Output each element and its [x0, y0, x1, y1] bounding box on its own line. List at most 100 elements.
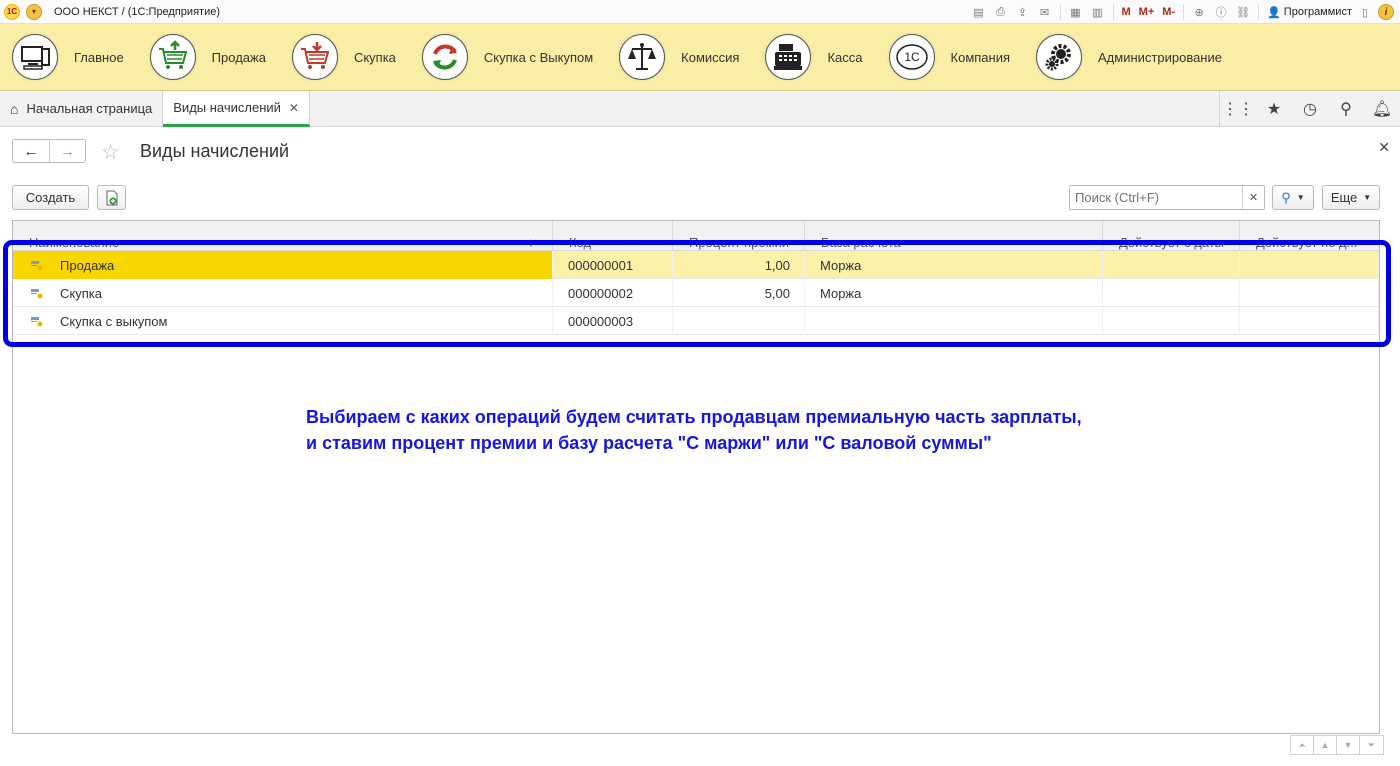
add-favorite-star-icon[interactable]: ☆ [101, 140, 120, 165]
create-button[interactable]: Создать [12, 185, 89, 210]
main-menu-icon[interactable]: ▾ [26, 3, 42, 20]
section-sales[interactable]: Продажа [149, 24, 266, 91]
cell-percent[interactable]: 5,00 [673, 279, 805, 307]
scroll-up-icon[interactable]: ▲ [1314, 736, 1337, 754]
section-label: Главное [74, 49, 124, 65]
clear-search-icon[interactable]: ✕ [1242, 186, 1264, 209]
page-title: Виды начислений [140, 141, 290, 161]
cell-code[interactable]: 000000003 [553, 307, 673, 335]
section-administration[interactable]: Администрирование [1036, 24, 1222, 91]
cell-name[interactable]: Скупка [13, 279, 553, 307]
memory-subtract-button[interactable]: M- [1160, 3, 1177, 21]
column-header-code[interactable]: Код [553, 221, 673, 251]
cart-down-icon [291, 34, 338, 80]
column-title: Действует с даты [1119, 235, 1225, 250]
cell-code[interactable]: 000000001 [553, 251, 673, 279]
column-header-name[interactable]: Наименование ↓ [13, 221, 553, 251]
cell-to-date[interactable] [1240, 251, 1379, 279]
calculator-icon[interactable]: ▦ [1067, 3, 1085, 21]
section-commission[interactable]: Комиссия [619, 24, 739, 91]
save-icon[interactable]: ▤ [970, 3, 988, 21]
mail-icon[interactable]: ✉ [1036, 3, 1054, 21]
print-icon[interactable]: ⎙ [992, 3, 1010, 21]
svg-text:1С: 1С [904, 50, 920, 64]
table-scroll-buttons: ⏶ ▲ ▼ ⏷ [1290, 735, 1384, 755]
link-icon[interactable]: ⛓ [1234, 3, 1252, 21]
calendar-icon[interactable]: ▥ [1089, 3, 1107, 21]
cell-name[interactable]: Продажа [13, 251, 553, 279]
history-navigation: ← → [12, 139, 86, 163]
section-label: Скупка [353, 49, 396, 65]
cell-from-date[interactable] [1103, 279, 1240, 307]
more-actions-button[interactable]: Еще ▼ [1322, 185, 1380, 210]
bell-icon[interactable]: 🔔︎ [1364, 91, 1400, 127]
scroll-bottom-icon[interactable]: ⏷ [1360, 736, 1383, 754]
info-icon[interactable]: i [1378, 4, 1394, 20]
close-form-icon[interactable]: ✕ [1378, 139, 1390, 156]
memory-store-button[interactable]: M [1120, 3, 1133, 21]
section-buyup[interactable]: Скупка [291, 24, 396, 91]
cell-base[interactable] [805, 307, 1103, 335]
scroll-down-icon[interactable]: ▼ [1337, 736, 1360, 754]
section-buyup-redemption[interactable]: Скупка с Выкупом [421, 24, 593, 91]
panel-settings-icon[interactable]: ▯ [1356, 3, 1374, 21]
column-title: Код [569, 235, 592, 250]
upload-icon[interactable]: ⇪ [1014, 3, 1032, 21]
table-row[interactable]: Скупка с выкупом 000000003 [13, 307, 1379, 335]
cell-to-date[interactable] [1240, 307, 1379, 335]
tabs-tools: ⋮⋮ ★ ◷ ⚲ 🔔︎ [1219, 91, 1400, 127]
search-options-button[interactable]: ⚲ ▼ [1272, 185, 1314, 210]
window-title: ООО НЕКСТ / (1С:Предприятие) [54, 5, 220, 18]
catalog-item-icon [31, 317, 43, 327]
title-bar: 1С ▾ ООО НЕКСТ / (1С:Предприятие) ▤ ⎙ ⇪ … [0, 0, 1400, 24]
table-row[interactable]: Скупка 000000002 5,00 Моржа [13, 279, 1379, 307]
all-functions-icon[interactable]: ⋮⋮ [1220, 91, 1256, 127]
column-header-to-date[interactable]: Действует по д... [1240, 221, 1379, 251]
column-header-from-date[interactable]: Действует с даты [1103, 221, 1240, 251]
close-tab-icon[interactable]: ✕ [289, 101, 299, 115]
column-title: База расчета [821, 235, 901, 250]
section-cashdesk[interactable]: Касса [765, 24, 863, 91]
cart-up-icon [149, 34, 196, 80]
cell-from-date[interactable] [1103, 251, 1240, 279]
cell-code[interactable]: 000000002 [553, 279, 673, 307]
search-input[interactable] [1070, 186, 1242, 209]
cell-percent[interactable]: 1,00 [673, 251, 805, 279]
cell-from-date[interactable] [1103, 307, 1240, 335]
company-logo-icon: 1С [888, 34, 935, 80]
tab-home[interactable]: ⌂ Начальная страница [0, 91, 164, 126]
zoom-icon[interactable]: ⊕ [1190, 3, 1208, 21]
info-list-icon[interactable]: ⓘ [1212, 3, 1230, 21]
section-main[interactable]: Главное [12, 24, 124, 91]
search-icon[interactable]: ⚲ [1328, 91, 1364, 127]
cell-percent[interactable] [673, 307, 805, 335]
table-row[interactable]: Продажа 000000001 1,00 Моржа [13, 251, 1379, 279]
copy-button[interactable] [97, 185, 126, 210]
column-header-percent[interactable]: Процент премии [673, 221, 805, 251]
memory-add-button[interactable]: M+ [1137, 3, 1157, 21]
tab-label: Виды начислений [173, 100, 281, 115]
cell-to-date[interactable] [1240, 279, 1379, 307]
accrual-types-table: Наименование ↓ Код Процент премии База р… [12, 220, 1380, 734]
tab-accrual-types[interactable]: Виды начислений ✕ [163, 91, 310, 127]
divider [1112, 4, 1114, 20]
cell-base[interactable]: Моржа [805, 279, 1103, 307]
divider [1258, 4, 1260, 20]
cell-base[interactable]: Моржа [805, 251, 1103, 279]
scales-icon [619, 34, 666, 80]
cell-name[interactable]: Скупка с выкупом [13, 307, 553, 335]
computer-icon [12, 34, 58, 80]
cell-text: Скупка [60, 285, 102, 301]
copy-add-icon [106, 190, 117, 205]
favorites-star-icon[interactable]: ★ [1256, 91, 1292, 127]
section-label: Комиссия [681, 49, 740, 65]
column-header-base[interactable]: База расчета [805, 221, 1103, 251]
forward-arrow-icon[interactable]: → [49, 140, 85, 162]
current-user[interactable]: 👤 Программист [1267, 6, 1352, 19]
scroll-top-icon[interactable]: ⏶ [1291, 736, 1314, 754]
annotation-text: Выбираем с каких операций будем считать … [306, 404, 1126, 456]
back-arrow-icon[interactable]: ← [13, 140, 49, 162]
section-company[interactable]: 1С Компания [888, 24, 1010, 91]
annotation-line: и ставим процент премии и базу расчета "… [306, 433, 992, 453]
history-icon[interactable]: ◷ [1292, 91, 1328, 127]
